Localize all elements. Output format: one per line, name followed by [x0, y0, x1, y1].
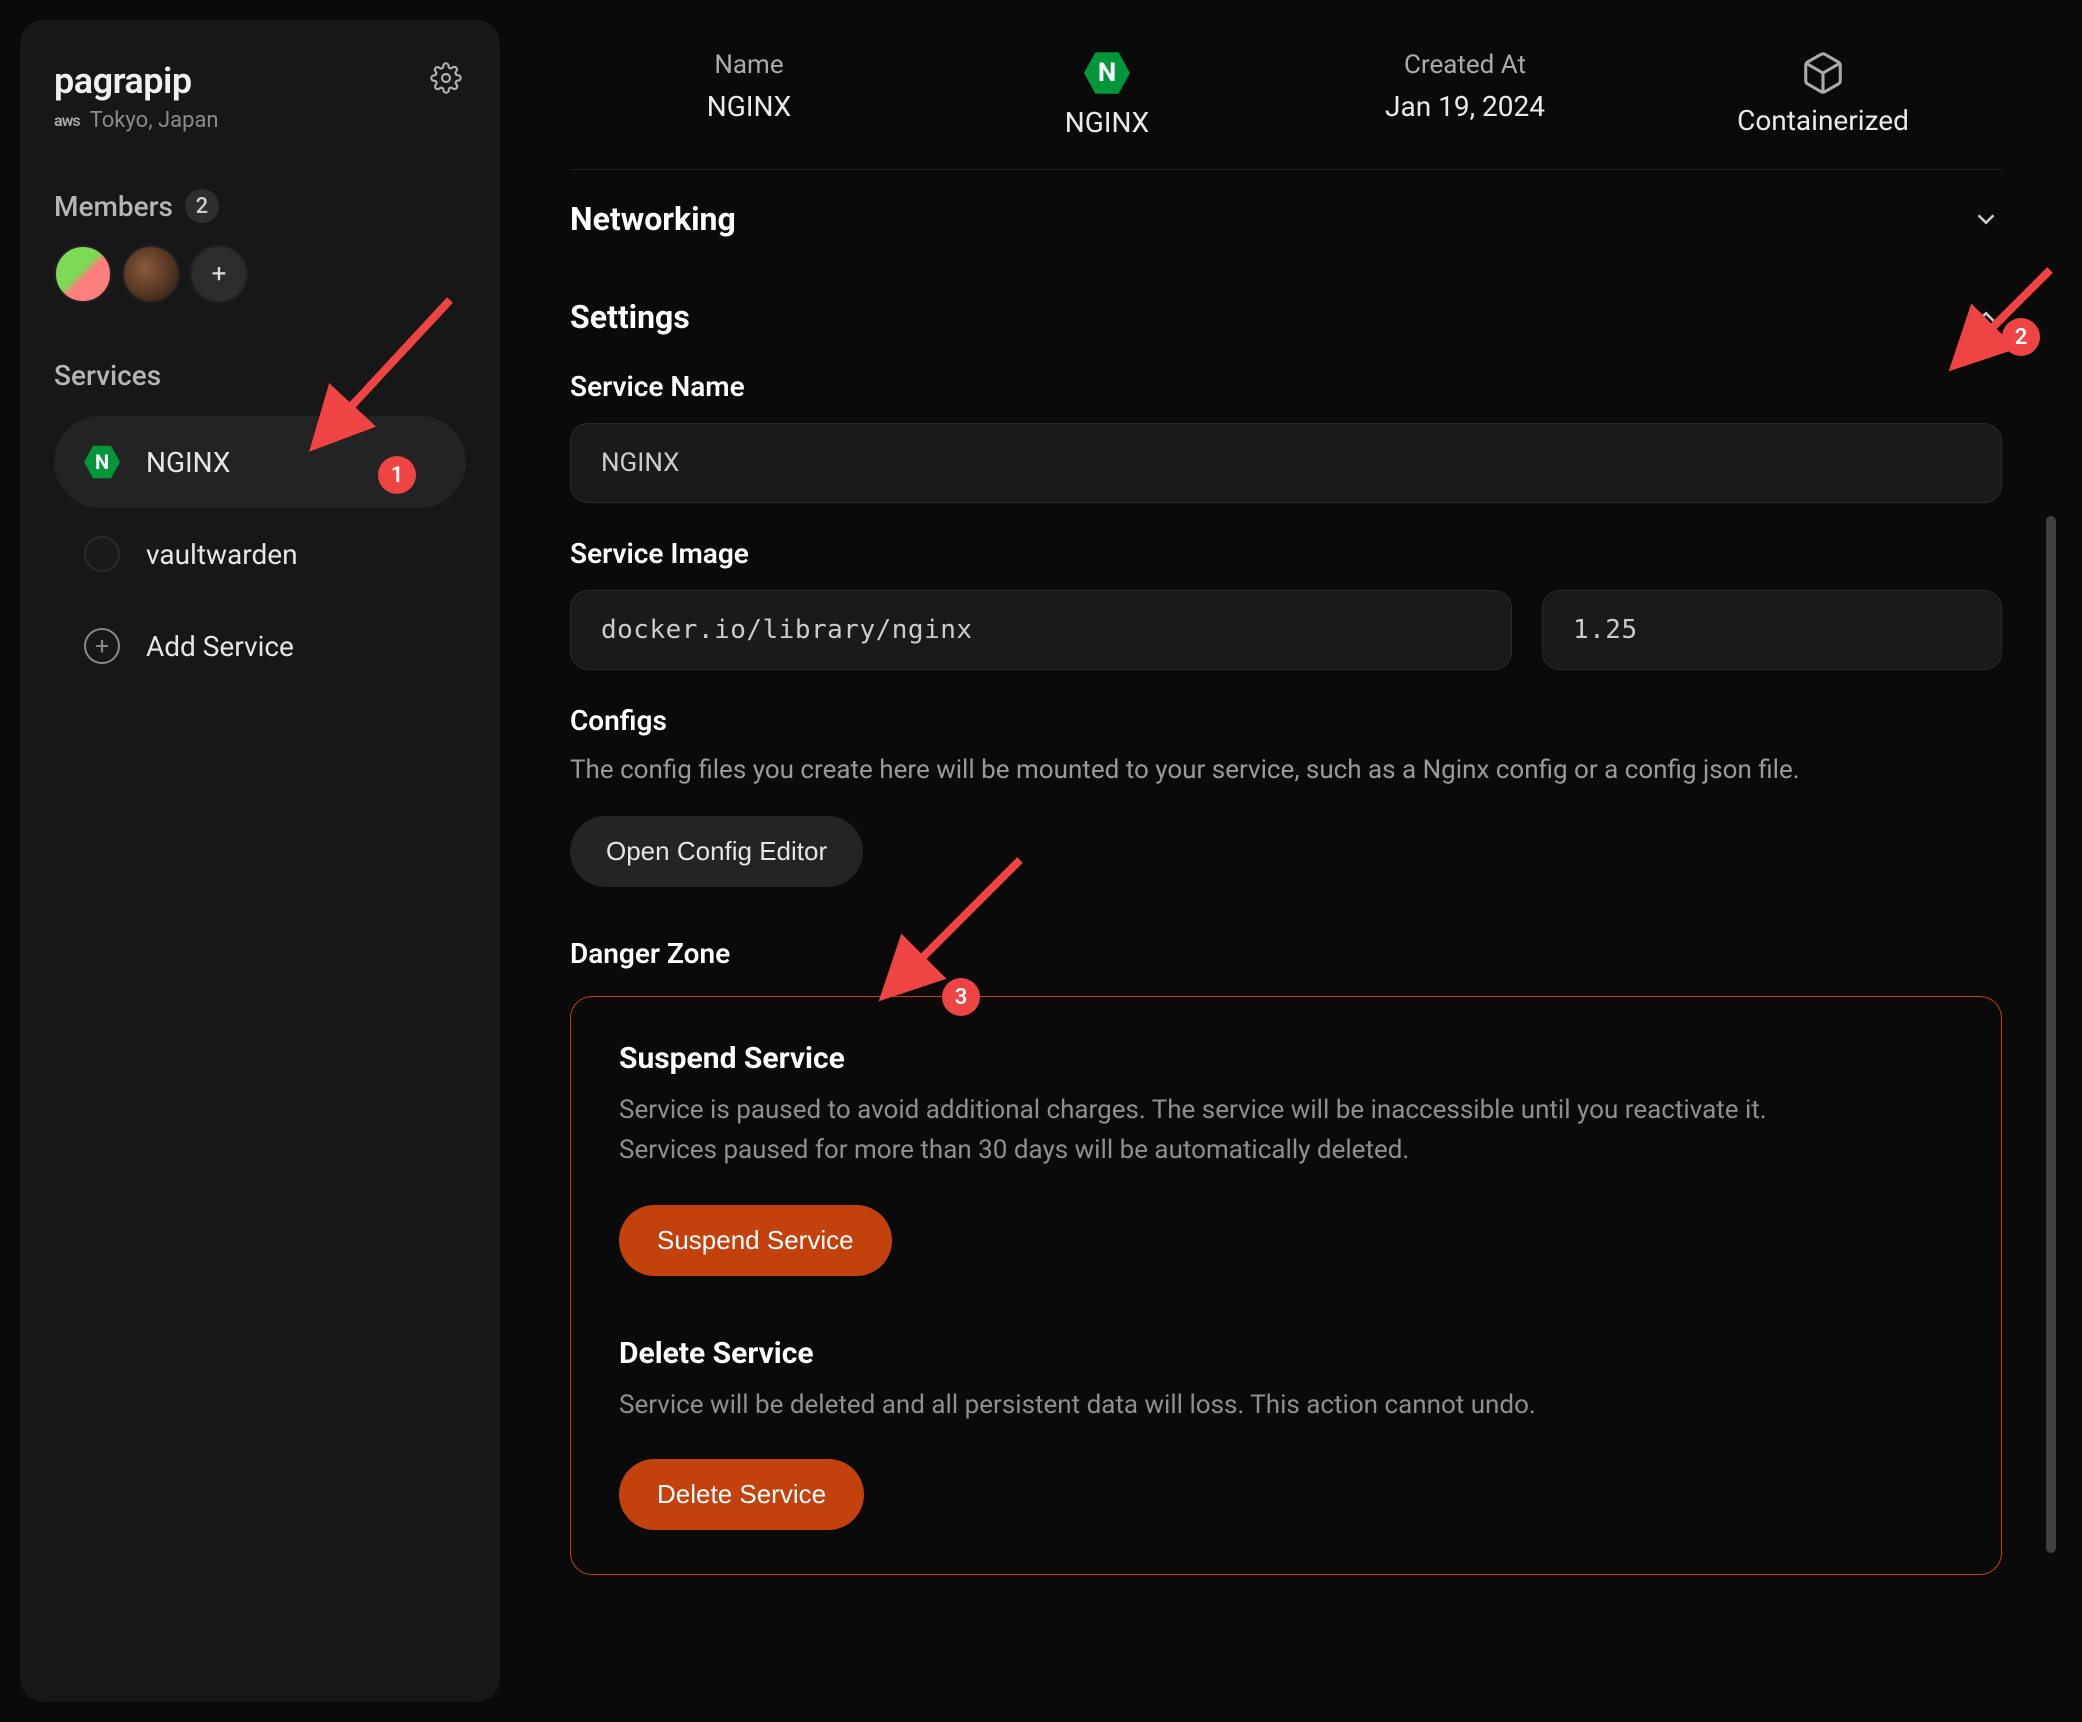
danger-zone-label: Danger Zone: [570, 937, 2002, 970]
add-member-button[interactable]: +: [190, 245, 248, 303]
settings-toggle[interactable]: Settings: [570, 298, 2002, 336]
sidebar-service-vaultwarden[interactable]: vaultwarden: [54, 508, 466, 600]
service-name-input[interactable]: [570, 423, 2002, 503]
service-item-label: vaultwarden: [146, 538, 298, 571]
suspend-service-button[interactable]: Suspend Service: [619, 1205, 892, 1276]
delete-service-button[interactable]: Delete Service: [619, 1459, 864, 1530]
region-label: Tokyo, Japan: [90, 108, 219, 133]
cloud-provider-badge: aws: [54, 111, 80, 130]
nginx-icon: N: [1084, 50, 1130, 96]
service-image-version-input[interactable]: [1542, 590, 2002, 670]
header-type-value: NGINX: [928, 106, 1286, 139]
service-name-label: Service Name: [570, 370, 2002, 403]
open-config-editor-button[interactable]: Open Config Editor: [570, 816, 863, 887]
nginx-icon: N: [82, 442, 122, 482]
header-created-label: Created At: [1286, 50, 1644, 80]
services-label: Services: [54, 359, 161, 392]
networking-section: Networking: [570, 169, 2002, 268]
cube-icon: [1800, 50, 1846, 96]
chevron-down-icon: [1970, 203, 2002, 235]
header-created-value: Jan 19, 2024: [1286, 90, 1644, 123]
suspend-description: Service is paused to avoid additional ch…: [619, 1090, 1869, 1171]
add-service-button[interactable]: + Add Service: [54, 600, 466, 692]
project-settings-button[interactable]: [426, 60, 466, 100]
scrollbar[interactable]: [2046, 190, 2056, 1672]
scrollbar-thumb[interactable]: [2046, 516, 2056, 1553]
networking-title: Networking: [570, 200, 736, 238]
main-panel: Name NGINX N NGINX Created At Jan 19, 20…: [510, 20, 2062, 1702]
service-header: Name NGINX N NGINX Created At Jan 19, 20…: [510, 20, 2062, 169]
networking-toggle[interactable]: Networking: [570, 200, 2002, 238]
delete-description: Service will be deleted and all persiste…: [619, 1385, 1869, 1425]
plus-circle-icon: +: [82, 626, 122, 666]
member-avatar[interactable]: [122, 245, 180, 303]
settings-title: Settings: [570, 298, 690, 336]
members-label: Members: [54, 190, 173, 223]
members-count-badge: 2: [185, 189, 219, 223]
header-name-value: NGINX: [570, 90, 928, 123]
settings-section: Settings Service Name Service Image Conf…: [570, 268, 2002, 1605]
header-name-label: Name: [570, 50, 928, 80]
member-avatar[interactable]: [54, 245, 112, 303]
gear-icon: [430, 62, 462, 98]
add-service-label: Add Service: [146, 630, 294, 663]
project-title: pagrapip: [54, 60, 219, 102]
suspend-title: Suspend Service: [619, 1041, 1953, 1076]
configs-description: The config files you create here will be…: [570, 751, 2002, 790]
sidebar-service-nginx[interactable]: N NGINX: [54, 416, 466, 508]
service-image-label: Service Image: [570, 537, 2002, 570]
service-item-label: NGINX: [146, 446, 230, 479]
service-image-input[interactable]: [570, 590, 1512, 670]
header-deploy-value: Containerized: [1644, 104, 2002, 137]
delete-title: Delete Service: [619, 1336, 1953, 1371]
sidebar: pagrapip aws Tokyo, Japan Members 2 + Se…: [20, 20, 500, 1702]
vaultwarden-icon: [82, 534, 122, 574]
configs-label: Configs: [570, 704, 2002, 737]
danger-zone: Suspend Service Service is paused to avo…: [570, 996, 2002, 1575]
chevron-up-icon: [1970, 301, 2002, 333]
